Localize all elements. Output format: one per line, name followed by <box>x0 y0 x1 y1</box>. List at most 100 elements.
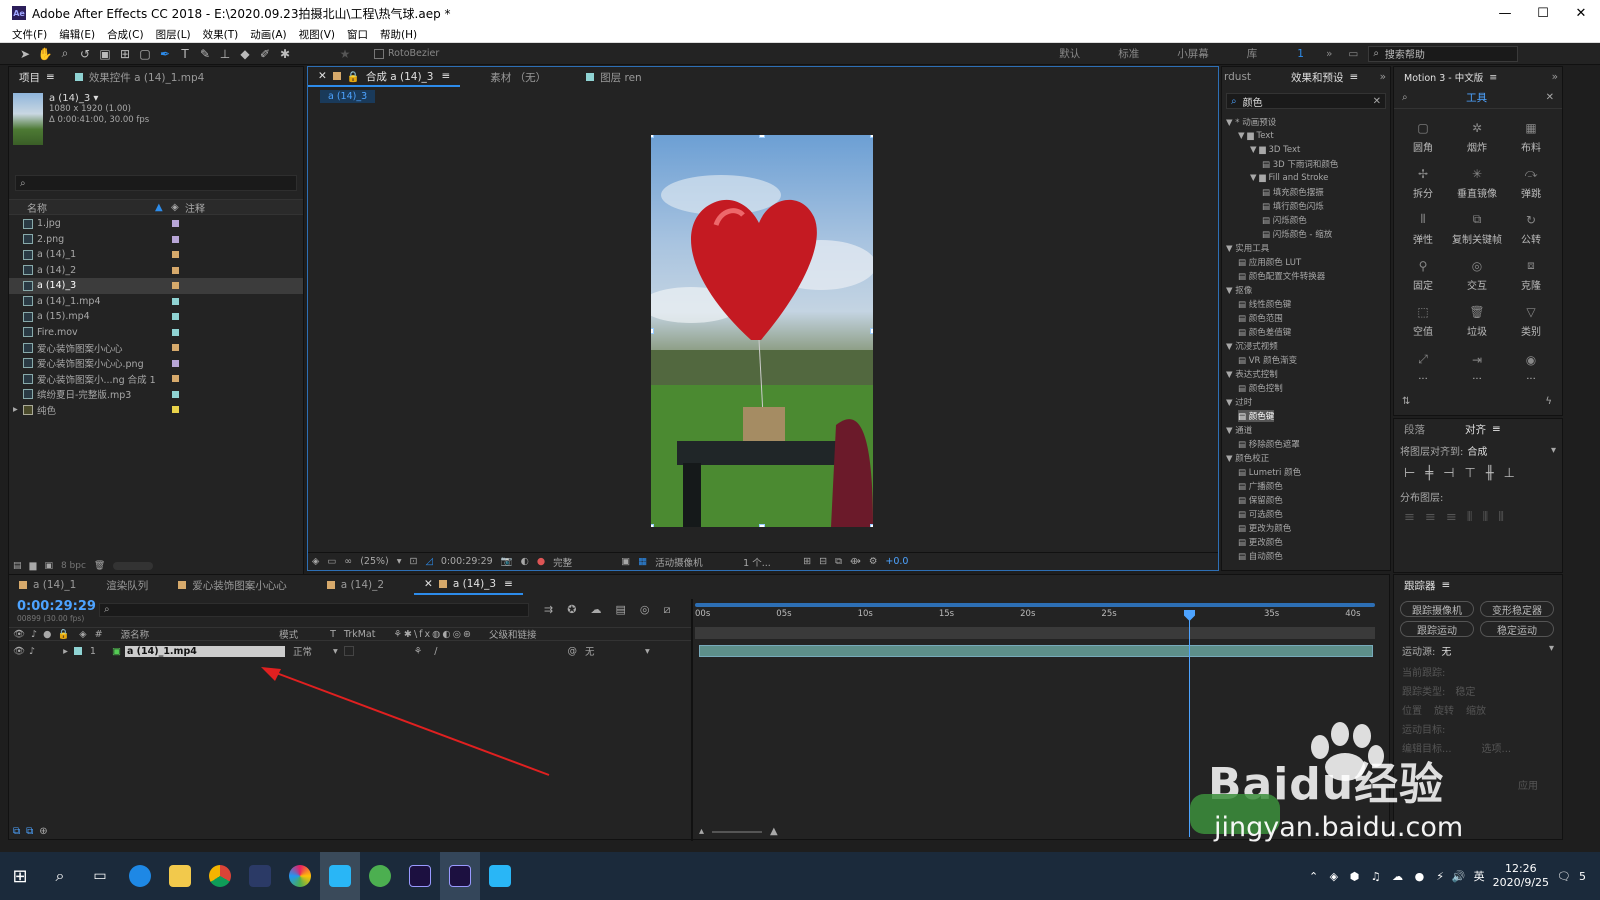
transform-handle[interactable] <box>870 328 873 334</box>
panel-menu-icon[interactable]: ≡ <box>1442 579 1451 591</box>
chevron-down-icon[interactable]: ▾ <box>645 646 650 657</box>
flowchart-icon[interactable]: ⧉ <box>835 556 842 567</box>
lock-icon[interactable]: 🔒 <box>347 70 360 83</box>
pan-behind-tool-icon[interactable]: ⊞ <box>116 45 134 63</box>
puppet-tool-icon[interactable]: ✱ <box>276 45 294 63</box>
motion-tool-button[interactable]: ▽ 类别 <box>1506 299 1556 343</box>
align-right-icon[interactable]: ⊣ <box>1443 466 1454 481</box>
col-trkmat[interactable]: TrkMat <box>344 629 376 640</box>
align-top-icon[interactable]: ⊤ <box>1464 466 1475 481</box>
rectangle-tool-icon[interactable]: ▢ <box>136 45 154 63</box>
label-swatch[interactable] <box>172 344 179 352</box>
app-icon[interactable] <box>240 852 280 900</box>
zoom-tool-icon[interactable]: ⌕ <box>56 45 74 63</box>
tab-layer[interactable]: 图层 ren <box>576 67 652 87</box>
clock[interactable]: 12:26 2020/9/25 <box>1493 862 1549 890</box>
effects-tree-item[interactable]: ▤ 颜色控制 <box>1226 381 1390 395</box>
label-tag-icon[interactable]: ◈ <box>79 629 86 640</box>
label-swatch[interactable] <box>172 235 179 243</box>
tab-comp-a14-3[interactable]: ✕ a (14)_3 ≡ <box>414 575 523 595</box>
label-swatch[interactable] <box>172 328 179 336</box>
transform-handle[interactable] <box>651 328 654 334</box>
always-preview-icon[interactable]: ◈ <box>312 556 319 567</box>
glasses-icon[interactable]: ∞ <box>344 556 352 567</box>
roto-brush-tool-icon[interactable]: ✐ <box>256 45 274 63</box>
interpret-footage-icon[interactable]: ▤ <box>13 561 22 571</box>
frame-blend-icon[interactable]: ▤ <box>615 603 625 617</box>
quality-switch-icon[interactable]: / <box>434 646 437 657</box>
transform-handle[interactable] <box>870 524 873 527</box>
motion-tool-button[interactable]: ↻ 公转 <box>1506 207 1556 251</box>
tab-comp-a14-2[interactable]: a (14)_2 <box>317 575 394 595</box>
wechat-icon[interactable] <box>360 852 400 900</box>
transform-handle[interactable] <box>759 524 765 527</box>
col-comment[interactable]: 注释 <box>185 200 205 215</box>
distribute-bottom-icon[interactable]: ≡ <box>1446 510 1457 525</box>
motion-tool-button[interactable]: ⧉ 复制关键帧 <box>1452 207 1502 251</box>
effects-tree-item[interactable]: ▤ 闪烁颜色 <box>1226 213 1390 227</box>
effects-tree-item[interactable]: ▤ 颜色配置文件转换器 <box>1226 269 1390 283</box>
effects-tree-item[interactable]: ▼ 颜色校正 <box>1226 451 1390 465</box>
effects-tree-item[interactable]: ▤ 可选颜色 <box>1226 507 1390 521</box>
wifi-icon[interactable]: ⚡ <box>1436 870 1444 883</box>
motion-blur-icon[interactable]: ◎ <box>640 603 650 617</box>
label-swatch[interactable] <box>172 220 179 228</box>
close-button[interactable]: ✕ <box>1562 6 1600 21</box>
shy-switch-icon[interactable]: ⚘ <box>414 646 423 657</box>
track-motion-button[interactable]: 跟踪运动 <box>1400 621 1474 637</box>
minimize-button[interactable]: — <box>1486 6 1524 21</box>
effects-tree-item[interactable]: ▤ 自动颜色 <box>1226 549 1390 563</box>
pixel-aspect-icon[interactable]: ⊟ <box>819 556 827 567</box>
lock-icon[interactable]: 🔒 <box>57 629 69 640</box>
tab-effects-presets[interactable]: 效果和预设 ≡ <box>1281 67 1368 87</box>
transfer-controls-icon[interactable]: ⧉ <box>26 826 33 837</box>
search-icon[interactable]: ⌕ <box>40 852 80 900</box>
fit-icon[interactable]: ⊡ <box>410 556 418 567</box>
list-item[interactable]: 爱心装饰图案小...ng 合成 1 <box>9 371 303 387</box>
close-icon[interactable]: ✕ <box>318 70 327 82</box>
align-hcenter-icon[interactable]: ╪ <box>1425 466 1433 481</box>
transform-handle[interactable] <box>651 135 654 138</box>
list-item[interactable]: ▸ 纯色 <box>9 402 303 418</box>
effects-tree-item[interactable]: ▼ ▆ Fill and Stroke <box>1226 171 1390 185</box>
motion-tool-button[interactable]: ✲ 烟炸 <box>1452 115 1502 159</box>
time-ruler[interactable]: 00s 05s 10s 15s 20s 25s 35s 40s <box>695 609 1375 623</box>
chevron-down-icon[interactable]: ▾ <box>397 556 402 567</box>
label-swatch[interactable] <box>172 390 179 398</box>
workspace-standard[interactable]: 标准 <box>1118 46 1139 61</box>
search-help-box[interactable]: ⌕ 搜索帮助 <box>1368 45 1519 62</box>
label-swatch[interactable] <box>172 375 179 383</box>
distribute-left-icon[interactable]: ⦀ <box>1467 510 1473 525</box>
zoom-level[interactable]: (25%) <box>360 556 389 567</box>
tab-composition[interactable]: ✕ 🔒 合成 a (14)_3 ≡ <box>308 67 461 87</box>
chevron-down-icon[interactable]: ▾ <box>1551 445 1556 456</box>
effects-tree-item[interactable]: ▼ 实用工具 <box>1226 241 1390 255</box>
file-explorer-icon[interactable] <box>160 852 200 900</box>
sort-up-icon[interactable]: ▲ <box>155 202 171 213</box>
list-item[interactable]: 1.jpg <box>9 216 303 232</box>
track-type-value[interactable]: 稳定 <box>1455 683 1475 698</box>
view-options-icon[interactable]: ⊞ <box>803 556 811 567</box>
thumbnail-slider[interactable] <box>113 562 154 570</box>
label-swatch[interactable] <box>172 297 179 305</box>
region-icon[interactable]: ▣ <box>621 556 630 567</box>
tab-effect-controls[interactable]: 效果控件 a (14)_1.mp4 <box>65 67 215 87</box>
audio-icon[interactable]: ♪ <box>31 629 37 640</box>
workspace-small-screen[interactable]: 小屏幕 <box>1177 46 1209 61</box>
list-item[interactable]: Fire.mov <box>9 325 303 341</box>
current-time-indicator[interactable] <box>1189 611 1190 837</box>
panel-menu-icon[interactable]: ≡ <box>1350 71 1359 83</box>
parent-select[interactable]: 无 <box>585 644 645 658</box>
effects-tree-item[interactable]: ▼ 通道 <box>1226 423 1390 437</box>
motion-tool-button[interactable]: ⚲ 固定 <box>1398 253 1448 297</box>
more-tabs-icon[interactable]: » <box>1380 71 1386 83</box>
eye-icon[interactable]: 👁 <box>13 629 25 640</box>
effects-tree-item[interactable]: ▤ 广播颜色 <box>1226 479 1390 493</box>
menu-animation[interactable]: 动画(A) <box>250 27 286 42</box>
windows-start-icon[interactable]: ⊞ <box>0 852 40 900</box>
shy-icon[interactable]: ☁ <box>590 603 601 617</box>
task-view-icon[interactable]: ▭ <box>80 852 120 900</box>
draft-3d-icon[interactable]: ✪ <box>567 603 576 617</box>
col-mode[interactable]: 模式 <box>279 627 298 641</box>
timecode[interactable]: 0:00:29:29 <box>17 599 96 614</box>
